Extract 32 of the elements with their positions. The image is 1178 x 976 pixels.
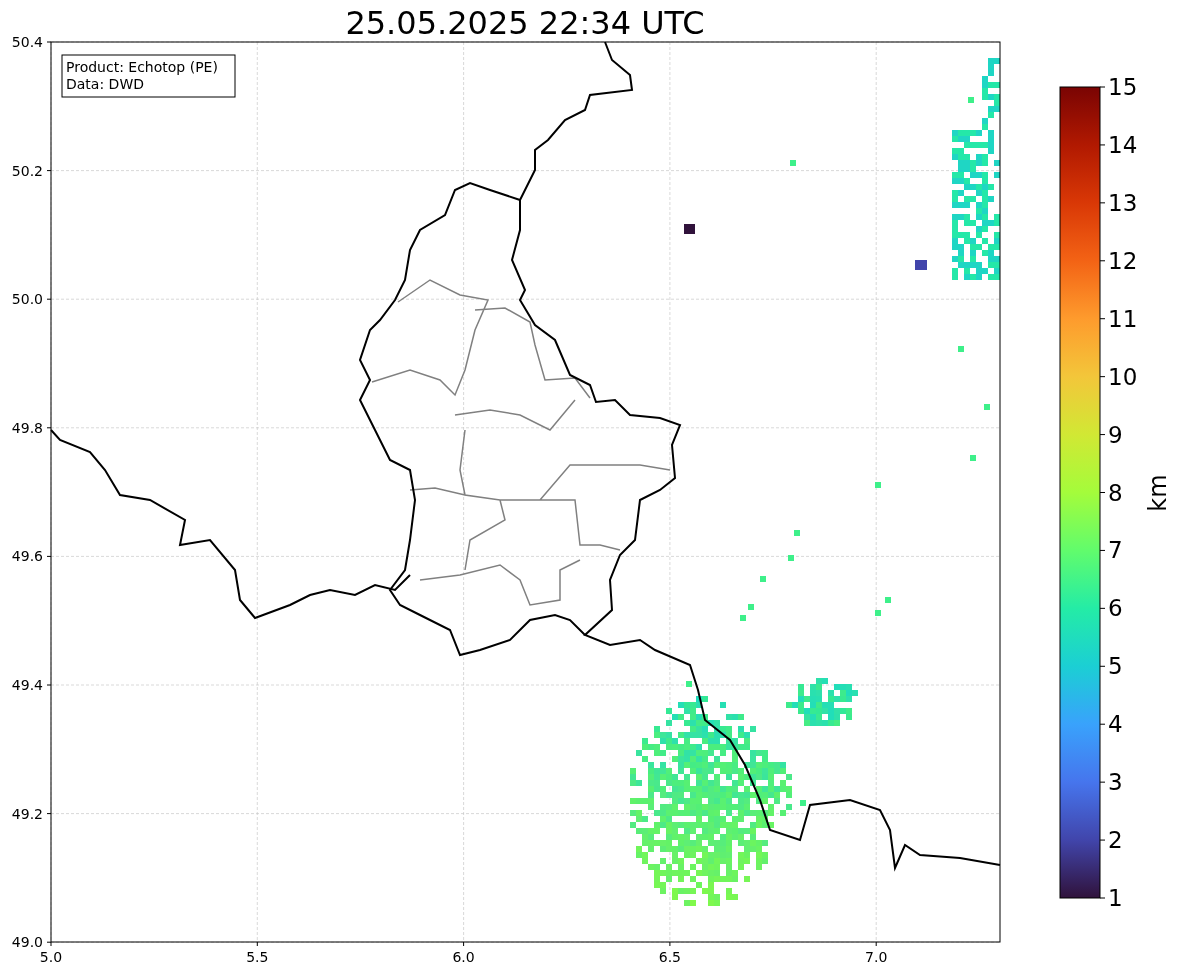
- colorbar-tick-label: 13: [1108, 189, 1138, 216]
- colorbar-tick-label: 3: [1108, 769, 1123, 796]
- colorbar-tick-label: 12: [1108, 247, 1138, 274]
- axis-tick-label: 50.2: [11, 162, 43, 179]
- axis-tick-label: 5.0: [39, 949, 63, 965]
- colorbar-tick-label: 11: [1108, 305, 1138, 332]
- colorbar-tick-label: 14: [1108, 131, 1138, 158]
- axis-tick-label: 49.2: [11, 805, 43, 822]
- axis-tick-label: 49.4: [11, 677, 43, 693]
- axis-tick-label: 49.6: [11, 548, 43, 565]
- colorbar-tick-label: 4: [1108, 711, 1123, 738]
- axis-tick-label: 6.0: [452, 949, 475, 965]
- colorbar-tick-label: 10: [1108, 363, 1138, 390]
- colorbar-tick-label: 15: [1108, 74, 1138, 100]
- figure-title: 25.05.2025 22:34 UTC: [345, 4, 705, 42]
- axis-tick-label: 50.4: [11, 34, 43, 50]
- axis-tick-label: 49.8: [11, 419, 43, 436]
- colorbar-tick-label: 1: [1108, 885, 1123, 911]
- axis-tick-label: 7.0: [865, 949, 888, 965]
- colorbar-tick-label: 8: [1108, 479, 1123, 506]
- colorbar-tick-label: 2: [1108, 827, 1123, 854]
- colorbar-tick-label: 6: [1108, 595, 1123, 622]
- axis-tick-label: 6.5: [658, 949, 682, 965]
- legend-text: Product: Echotop (PE): [66, 59, 218, 75]
- colorbar-tick-label: 7: [1108, 537, 1123, 564]
- colorbar-label: km: [1144, 474, 1172, 512]
- colorbar-tick-label: 9: [1108, 421, 1123, 448]
- axis-tick-label: 49.0: [11, 934, 43, 951]
- colorbar-tick-label: 5: [1108, 653, 1123, 680]
- axis-tick-label: 50.0: [11, 291, 43, 308]
- axis-tick-label: 5.5: [246, 949, 269, 965]
- legend-text: Data: DWD: [66, 76, 144, 92]
